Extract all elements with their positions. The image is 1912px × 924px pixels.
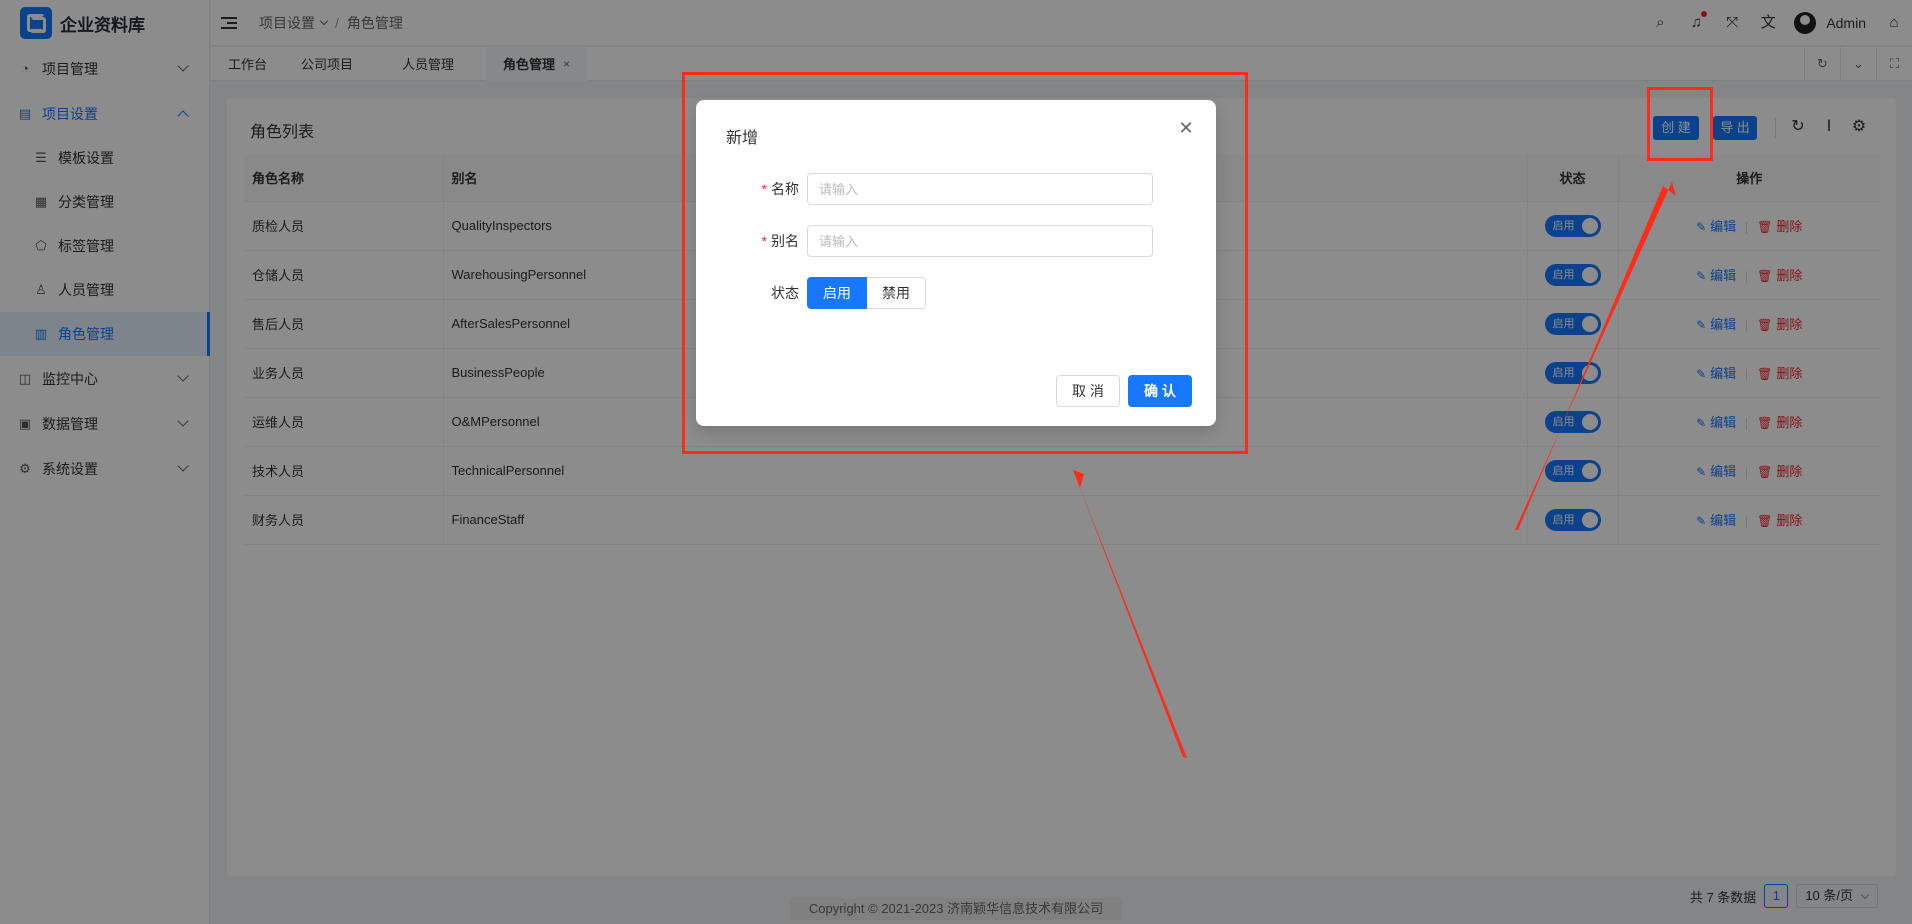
annotation-box-modal <box>682 72 1248 454</box>
annotation-box-create <box>1647 87 1713 161</box>
